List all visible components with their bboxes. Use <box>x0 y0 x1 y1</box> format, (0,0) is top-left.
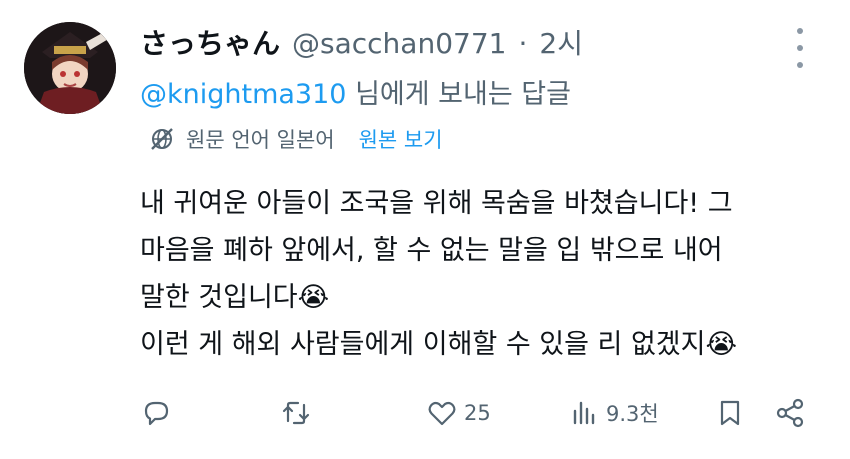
post-body-line: 이런 게 해외 사람들에게 이해할 수 있을 리 없겠지😭 <box>140 329 738 360</box>
source-language-text: 원문 언어 일본어 <box>186 128 335 152</box>
reply-to-suffix: 님에게 보내는 답글 <box>355 79 571 110</box>
more-dots-icon[interactable] <box>788 28 812 68</box>
translation-bar: 원문 언어 일본어 원본 보기 <box>148 124 443 154</box>
bookmark-icon <box>714 397 746 429</box>
repost-icon <box>280 397 312 429</box>
share-icon <box>774 397 806 429</box>
post-body-line: 말한 것입니다😭 <box>140 282 330 313</box>
reply-icon <box>140 397 172 429</box>
action-bar: 25 9.3천 <box>140 393 810 433</box>
post-body: 내 귀여운 아들이 조국을 위해 목숨을 바쳤습니다! 그 마음을 폐하 앞에서… <box>140 180 737 368</box>
like-button[interactable]: 25 <box>426 393 491 433</box>
display-name[interactable]: さっちゃん <box>140 22 280 62</box>
like-count: 25 <box>464 401 491 425</box>
user-handle[interactable]: @sacchan0771 <box>292 27 506 60</box>
views-button[interactable]: 9.3천 <box>568 393 659 433</box>
avatar-image <box>24 22 116 114</box>
reply-button[interactable] <box>140 393 178 433</box>
bookmark-button[interactable] <box>714 393 746 433</box>
views-count: 9.3천 <box>606 402 659 426</box>
heart-icon <box>426 397 458 429</box>
view-original-link[interactable]: 원본 보기 <box>359 124 443 154</box>
post-body-line: 마음을 폐하 앞에서, 할 수 없는 말을 입 밖으로 내어 <box>140 235 723 266</box>
share-button[interactable] <box>774 393 806 433</box>
post-time[interactable]: 2시 <box>539 22 583 62</box>
reply-to-mention[interactable]: @knightma310 <box>140 79 346 110</box>
reply-context: @knightma310 님에게 보내는 답글 <box>140 72 571 111</box>
separator-dot: · <box>518 27 528 60</box>
repost-button[interactable] <box>280 393 318 433</box>
post-body-line: 내 귀여운 아들이 조국을 위해 목숨을 바쳤습니다! 그 <box>140 188 733 219</box>
avatar[interactable] <box>24 22 116 114</box>
post-header: さっちゃん @sacchan0771 · 2시 <box>140 22 583 62</box>
views-chart-icon <box>568 397 600 429</box>
translate-globe-icon <box>148 125 176 153</box>
